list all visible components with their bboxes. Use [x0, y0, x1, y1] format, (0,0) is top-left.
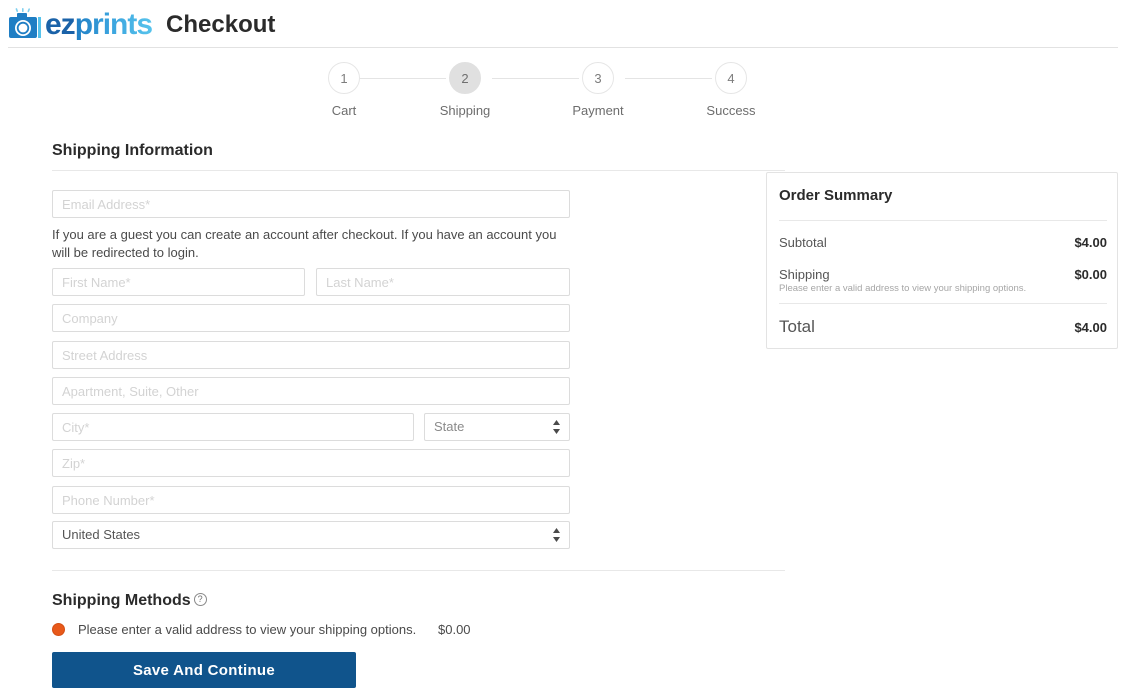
logo-text-ez: ez — [45, 7, 76, 41]
step-cart-label: Cart — [331, 103, 357, 118]
shipping-information-divider — [52, 170, 785, 171]
company-input[interactable] — [52, 304, 570, 332]
header-divider — [8, 47, 1118, 48]
camera-icon — [8, 7, 45, 40]
shipping-method-option[interactable]: Please enter a valid address to view you… — [52, 622, 416, 637]
order-summary-shipping-note: Please enter a valid address to view you… — [779, 283, 1027, 294]
step-shipping[interactable]: 2 Shipping — [432, 62, 498, 118]
phone-input[interactable] — [52, 486, 570, 514]
order-summary-panel: Order Summary Subtotal $4.00 Shipping $0… — [766, 172, 1118, 349]
page-title: Checkout — [166, 10, 276, 38]
step-success-label: Success — [706, 103, 756, 118]
shipping-method-radio[interactable] — [52, 623, 65, 636]
save-and-continue-button[interactable]: Save And Continue — [52, 652, 356, 688]
order-summary-title: Order Summary — [779, 187, 893, 204]
subtotal-value: $4.00 — [1074, 235, 1107, 250]
shipping-methods-heading-text: Shipping Methods — [52, 592, 191, 609]
last-name-input[interactable] — [316, 268, 570, 296]
chevron-updown-icon-country — [552, 527, 561, 543]
shipping-value: $0.00 — [1074, 267, 1107, 282]
apartment-input[interactable] — [52, 377, 570, 405]
state-select-value: State — [434, 419, 465, 434]
logo-text-prints: prints — [74, 7, 153, 41]
zip-input[interactable] — [52, 449, 570, 477]
shipping-method-label: Please enter a valid address to view you… — [78, 622, 417, 637]
city-input[interactable] — [52, 413, 414, 441]
country-select[interactable]: United States — [52, 521, 570, 549]
checkout-stepper: 1 Cart 2 Shipping 3 Payment 4 Success — [305, 62, 775, 124]
chevron-updown-icon — [552, 419, 561, 435]
order-summary-subtotal-row: Subtotal $4.00 — [779, 235, 1107, 250]
order-summary-divider-bottom — [779, 303, 1107, 304]
state-select[interactable]: State — [424, 413, 570, 441]
checkout-page: ez prints Checkout 1 Cart 2 Shipping 3 Pa… — [0, 0, 1126, 688]
shipping-label: Shipping — [779, 267, 830, 282]
step-payment-label: Payment — [572, 103, 624, 118]
question-mark-icon[interactable]: ? — [193, 593, 207, 606]
street-address-input[interactable] — [52, 341, 570, 369]
step-shipping-number: 2 — [449, 62, 481, 94]
email-input[interactable] — [52, 190, 570, 218]
subtotal-label: Subtotal — [779, 235, 827, 250]
step-cart[interactable]: 1 Cart — [311, 62, 377, 118]
shipping-methods-divider — [52, 570, 785, 571]
step-success-number: 4 — [715, 62, 747, 94]
step-cart-number: 1 — [328, 62, 360, 94]
country-select-value: United States — [62, 527, 141, 542]
total-value: $4.00 — [1074, 320, 1107, 335]
order-summary-shipping-row: Shipping $0.00 — [779, 267, 1107, 282]
shipping-method-price: $0.00 — [438, 622, 471, 637]
step-payment-number: 3 — [582, 62, 614, 94]
page-header: ez prints Checkout — [0, 0, 1126, 47]
step-success[interactable]: 4 Success — [698, 62, 764, 118]
guest-account-note: If you are a guest you can create an acc… — [52, 227, 557, 260]
first-name-input[interactable] — [52, 268, 305, 296]
logo-wordmark: ez prints — [45, 7, 153, 41]
step-payment[interactable]: 3 Payment — [565, 62, 631, 118]
ezprints-logo[interactable]: ez prints — [8, 7, 153, 41]
order-summary-total-row: Total $4.00 — [779, 317, 1107, 337]
order-summary-divider-top — [779, 220, 1107, 221]
shipping-methods-heading: Shipping Methods? — [52, 592, 207, 610]
step-shipping-label: Shipping — [439, 103, 491, 118]
total-label: Total — [779, 317, 815, 336]
shipping-information-heading: Shipping Information — [52, 142, 213, 159]
